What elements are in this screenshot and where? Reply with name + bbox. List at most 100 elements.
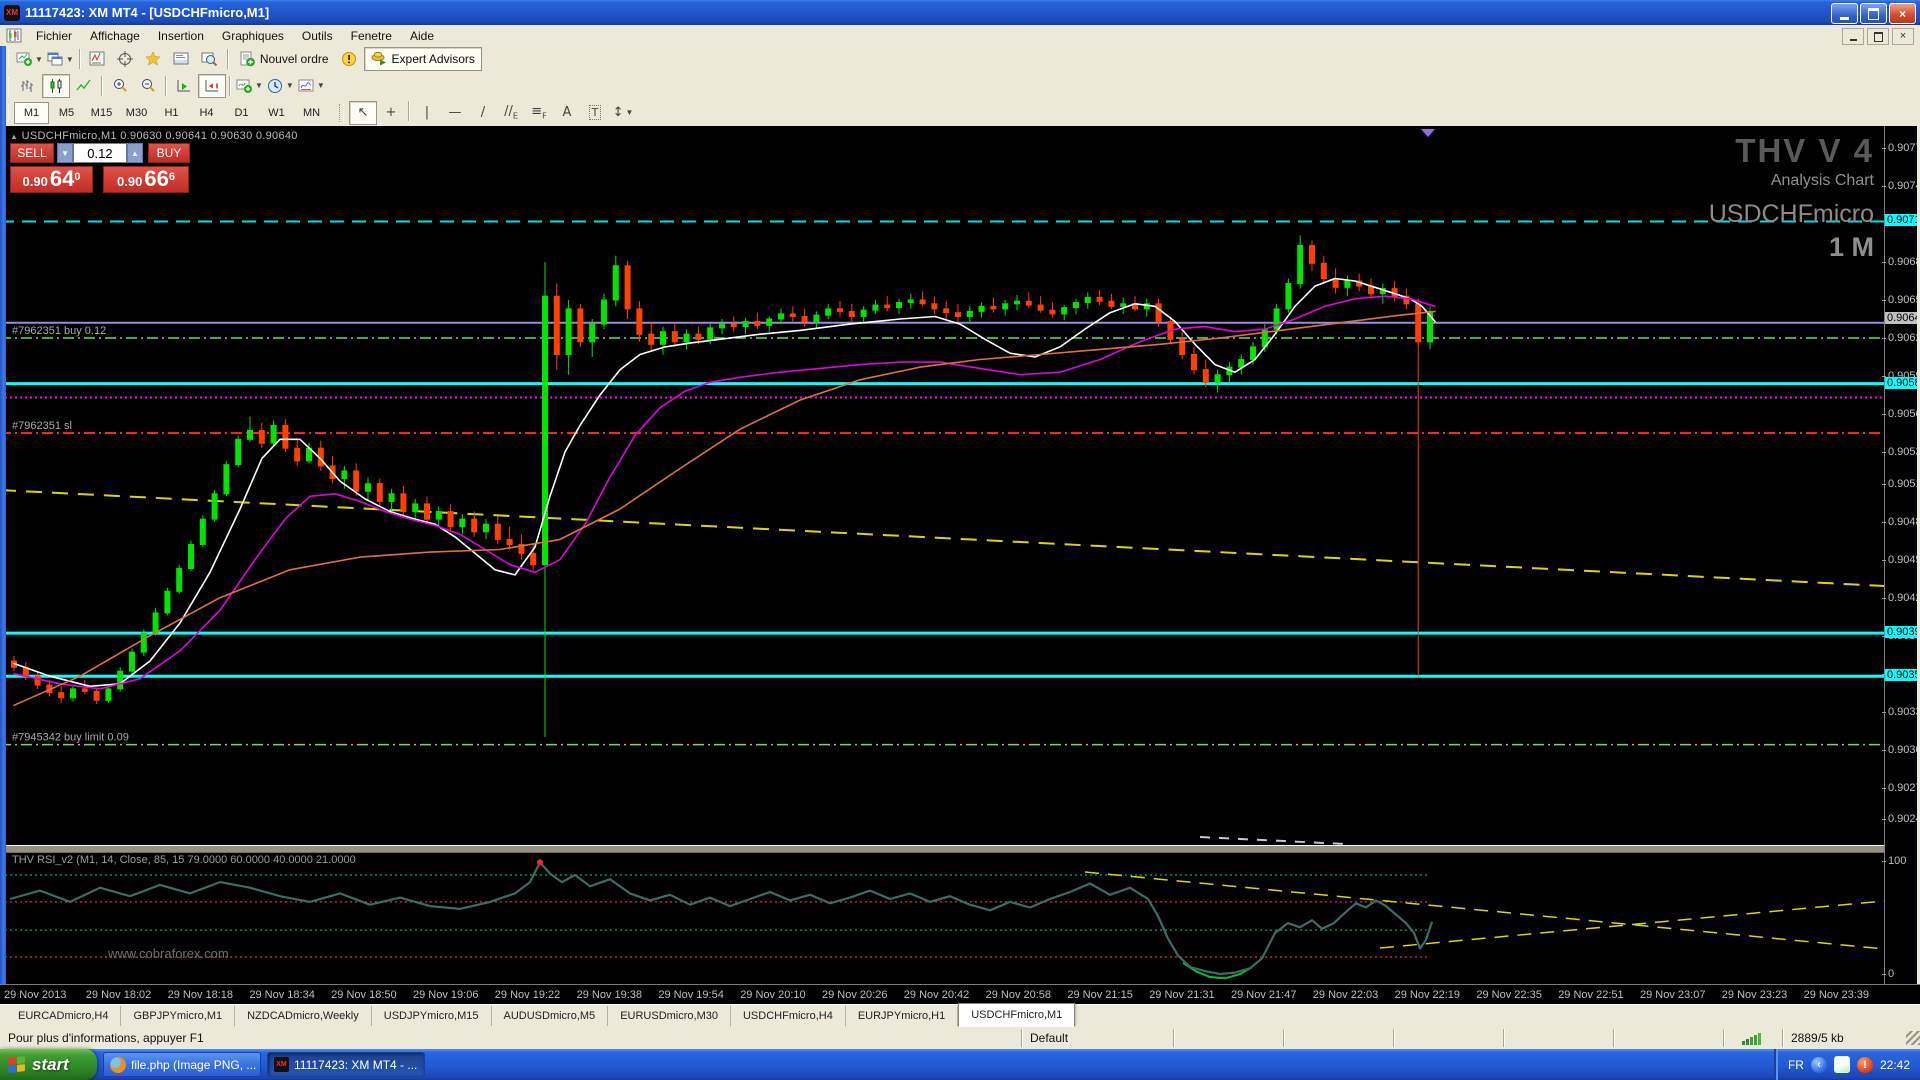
tab-gbpjpymicro-m1[interactable]: GBPJPYmicro,M1 bbox=[121, 1006, 235, 1026]
timeframe-mn[interactable]: MN bbox=[294, 102, 329, 124]
tab-usdchfmicro-h4[interactable]: USDCHFmicro,H4 bbox=[731, 1006, 846, 1026]
chart-shift-button[interactable] bbox=[198, 74, 226, 98]
new-order-button[interactable]: Nouvel ordre bbox=[232, 47, 336, 71]
crosshair-tool-button[interactable]: + bbox=[377, 101, 405, 125]
navigator-button[interactable] bbox=[140, 47, 168, 71]
watermark-period: 1 M bbox=[1709, 231, 1874, 265]
menu-bar: FichierAffichageInsertionGraphiquesOutil… bbox=[0, 25, 1920, 47]
task-button[interactable]: file.php (Image PNG, ... bbox=[103, 1052, 261, 1077]
tab-nzdcadmicro-weekly[interactable]: NZDCADmicro,Weekly bbox=[235, 1006, 372, 1026]
autotrading-warning-button[interactable] bbox=[336, 47, 364, 71]
arrows-tool-button[interactable]: ↕▼ bbox=[609, 101, 637, 125]
security-alert-icon[interactable]: ! bbox=[1857, 1057, 1873, 1073]
timeframe-w1[interactable]: W1 bbox=[259, 102, 294, 124]
candlestick-chart-button[interactable] bbox=[42, 74, 70, 98]
timeframe-m15[interactable]: M15 bbox=[84, 102, 119, 124]
vertical-line-tool-button[interactable]: | bbox=[413, 101, 441, 125]
tab-audusdmicro-m5[interactable]: AUDUSDmicro,M5 bbox=[492, 1006, 609, 1026]
timeframe-h4[interactable]: H4 bbox=[189, 102, 224, 124]
time-label: 29 Nov 22:35 bbox=[1476, 989, 1541, 1001]
buy-price[interactable]: 0.90666 bbox=[103, 166, 189, 193]
bar-chart-button[interactable] bbox=[14, 74, 42, 98]
toolbar-grip[interactable] bbox=[339, 104, 344, 122]
candle-body bbox=[578, 309, 583, 342]
cursor-tool-button[interactable]: ↖ bbox=[349, 101, 377, 125]
tab-usdjpymicro-m15[interactable]: USDJPYmicro,M15 bbox=[372, 1006, 492, 1026]
crosshair-target-button[interactable] bbox=[112, 47, 140, 71]
trendline-tool-button[interactable]: / bbox=[469, 101, 497, 125]
tab-eurjpymicro-h1[interactable]: EURJPYmicro,H1 bbox=[846, 1006, 958, 1026]
terminal-button[interactable] bbox=[168, 47, 196, 71]
label-tool-button[interactable]: T bbox=[581, 101, 609, 125]
buy-button[interactable]: BUY bbox=[148, 143, 190, 163]
tab-usdchfmicro-m1[interactable]: USDCHFmicro,M1 bbox=[958, 1003, 1075, 1027]
minimize-button[interactable] bbox=[1831, 3, 1858, 24]
price-highlight-label: 0.90358 bbox=[1885, 669, 1920, 681]
start-button[interactable]: start bbox=[0, 1049, 97, 1080]
menu-aide[interactable]: Aide bbox=[401, 26, 443, 46]
zoom-in-button[interactable] bbox=[106, 74, 134, 98]
sell-button[interactable]: SELL bbox=[10, 143, 54, 163]
timeframe-h1[interactable]: H1 bbox=[154, 102, 189, 124]
new-chart-icon bbox=[16, 51, 33, 67]
line-chart-button[interactable] bbox=[70, 74, 98, 98]
auto-scroll-button[interactable] bbox=[170, 74, 198, 98]
task-button[interactable]: XM11117423: XM MT4 - ... bbox=[267, 1052, 425, 1077]
restore-button[interactable] bbox=[1860, 3, 1887, 24]
messenger-tray-icon[interactable] bbox=[1834, 1056, 1850, 1073]
price-tick: 0.90565 bbox=[1888, 408, 1920, 420]
candle-body bbox=[849, 311, 854, 316]
candle-body bbox=[141, 633, 146, 652]
zoom-in-icon bbox=[112, 78, 129, 94]
time-axis[interactable]: 29 Nov 201329 Nov 18:0229 Nov 18:1829 No… bbox=[0, 984, 1920, 1005]
indicators-icon bbox=[236, 78, 253, 94]
text-tool-button[interactable]: A bbox=[553, 101, 581, 125]
child-restore-button[interactable] bbox=[1867, 28, 1889, 45]
expert-advisors-button[interactable]: Expert Advisors bbox=[364, 47, 482, 71]
price-scale[interactable]: 0.907750.907450.906850.906550.906250.905… bbox=[1884, 126, 1918, 984]
toolbar-separator bbox=[165, 76, 167, 96]
menu-graphiques[interactable]: Graphiques bbox=[213, 26, 293, 46]
fibonacci-tool-icon: ≡F bbox=[531, 104, 547, 121]
horizontal-line-tool-button[interactable]: — bbox=[441, 101, 469, 125]
timeframe-m1[interactable]: M1 bbox=[14, 102, 49, 124]
indicators-button[interactable]: ▼ bbox=[234, 74, 265, 98]
candle-body bbox=[189, 544, 194, 568]
candle-body bbox=[684, 334, 689, 342]
close-button[interactable]: × bbox=[1889, 3, 1916, 24]
timeframe-d1[interactable]: D1 bbox=[224, 102, 259, 124]
periods-button[interactable]: ▼ bbox=[265, 74, 296, 98]
child-minimize-button[interactable] bbox=[1842, 28, 1864, 45]
tab-eurusdmicro-m30[interactable]: EURUSDmicro,M30 bbox=[608, 1006, 731, 1026]
menu-affichage[interactable]: Affichage bbox=[81, 26, 149, 46]
strategy-tester-button[interactable] bbox=[196, 47, 224, 71]
timeframe-m5[interactable]: M5 bbox=[49, 102, 84, 124]
pane-separator[interactable] bbox=[0, 845, 1920, 853]
child-close-button[interactable]: × bbox=[1892, 28, 1914, 45]
time-label: 29 Nov 18:18 bbox=[168, 989, 233, 1001]
templates-button[interactable]: ▼ bbox=[296, 74, 327, 98]
volume-down-button[interactable]: ▼ bbox=[57, 143, 73, 163]
volume-up-button[interactable]: ▲ bbox=[127, 143, 143, 163]
menu-insertion[interactable]: Insertion bbox=[149, 26, 213, 46]
profiles-button[interactable]: ▼ bbox=[45, 47, 76, 71]
chart-shift-icon bbox=[204, 78, 221, 94]
menu-outils[interactable]: Outils bbox=[293, 26, 342, 46]
tab-eurcadmicro-h4[interactable]: EURCADmicro,H4 bbox=[6, 1006, 121, 1026]
expert-advisors-label: Expert Advisors bbox=[392, 52, 475, 66]
market-watch-button[interactable] bbox=[84, 47, 112, 71]
sell-price[interactable]: 0.90640 bbox=[10, 166, 93, 193]
volume-input[interactable]: 0.12 bbox=[73, 143, 126, 163]
status-profile[interactable]: Default bbox=[1021, 1029, 1173, 1047]
hide-icons-chevron-icon[interactable]: ‹ bbox=[1811, 1057, 1827, 1073]
channel-tool-button[interactable]: //E bbox=[497, 101, 525, 125]
language-indicator[interactable]: FR bbox=[1788, 1058, 1804, 1072]
resize-grip[interactable] bbox=[1906, 1031, 1920, 1045]
fibonacci-tool-button[interactable]: ≡F bbox=[525, 101, 553, 125]
new-chart-button[interactable]: ▼ bbox=[14, 47, 45, 71]
menu-fichier[interactable]: Fichier bbox=[27, 26, 81, 46]
zoom-out-button[interactable] bbox=[134, 74, 162, 98]
timeframe-m30[interactable]: M30 bbox=[119, 102, 154, 124]
collapse-icon[interactable]: ▲ bbox=[10, 132, 18, 141]
menu-fenetre[interactable]: Fenetre bbox=[342, 26, 401, 46]
